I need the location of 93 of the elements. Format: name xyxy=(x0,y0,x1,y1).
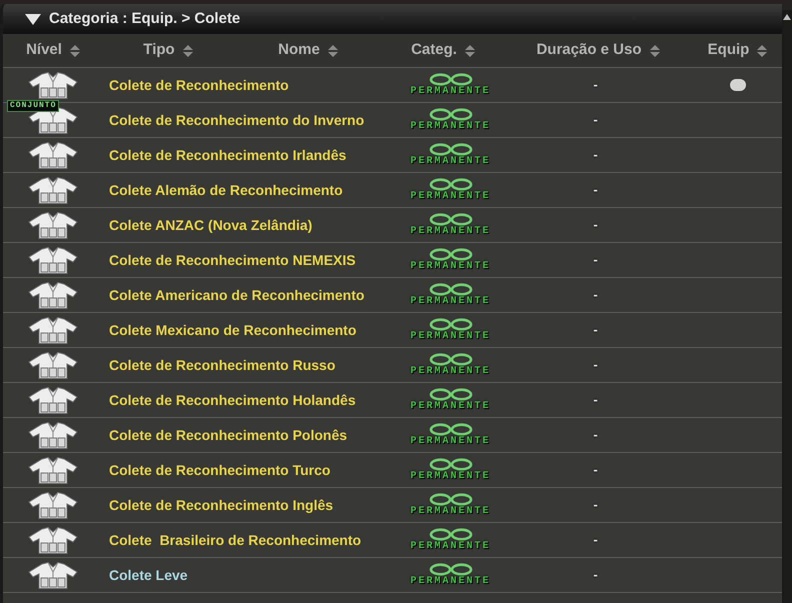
duration-value: - xyxy=(593,321,598,340)
duration-value: - xyxy=(593,216,598,234)
vest-icon xyxy=(27,282,79,308)
sort-icon xyxy=(70,44,80,56)
item-name: Colete de Reconhecimento do Inverno xyxy=(109,110,364,130)
infinity-icon xyxy=(428,388,472,401)
infinity-icon xyxy=(428,178,472,191)
collapse-caret-icon[interactable] xyxy=(25,14,41,24)
category-label: PERMANENTE xyxy=(410,576,490,587)
category-label: PERMANENTE xyxy=(410,401,490,412)
panel-title: Categoria : Equip. > Colete xyxy=(49,8,240,29)
title-bar[interactable]: Categoria : Equip. > Colete xyxy=(0,4,782,34)
infinity-icon xyxy=(428,528,472,541)
vest-icon xyxy=(27,352,79,378)
infinity-icon xyxy=(428,143,472,156)
category-label: PERMANENTE xyxy=(410,331,490,342)
duration-value: - xyxy=(593,496,598,514)
duration-value: - xyxy=(593,76,598,94)
infinity-icon xyxy=(428,318,472,331)
infinity-icon xyxy=(428,563,472,576)
item-name: Colete Leve xyxy=(109,566,188,584)
duration-value: - xyxy=(593,286,598,304)
category-label: PERMANENTE xyxy=(410,121,490,132)
category-label: PERMANENTE xyxy=(410,366,490,377)
duration-value: - xyxy=(593,251,598,270)
duration-value: - xyxy=(593,461,598,480)
vest-icon xyxy=(27,492,79,518)
item-name: Colete de Reconhecimento Inglês xyxy=(109,496,334,515)
duration-value: - xyxy=(593,111,598,130)
infinity-icon xyxy=(428,283,472,296)
vest-icon xyxy=(27,562,79,588)
duration-value: - xyxy=(593,426,598,444)
column-header[interactable]: Tipo xyxy=(103,34,233,67)
category-label: PERMANENTE xyxy=(410,156,490,167)
category-label: PERMANENTE xyxy=(410,261,490,272)
column-header[interactable]: Duração e Uso xyxy=(503,34,693,67)
item-name: Colete Mexicano de Reconhecimento xyxy=(109,320,356,340)
vest-icon xyxy=(27,386,79,414)
item-name: Colete de Reconhecimento Russo xyxy=(109,356,336,374)
category-label: PERMANENTE xyxy=(410,296,490,307)
item-name: Colete de Reconhecimento Polonês xyxy=(109,426,348,444)
vest-icon xyxy=(27,246,79,274)
vest-icon xyxy=(27,212,79,238)
category-label: PERMANENTE xyxy=(410,191,490,202)
duration-value: - xyxy=(593,146,598,164)
sort-icon xyxy=(182,44,193,56)
category-label: PERMANENTE xyxy=(410,436,490,447)
item-name: Colete Brasileiro de Reconhecimento xyxy=(109,530,362,550)
category-label: PERMANENTE xyxy=(410,471,490,482)
duration-value: - xyxy=(593,356,598,374)
infinity-icon xyxy=(428,73,472,86)
item-name: Colete de Reconhecimento Turco xyxy=(109,460,330,480)
item-name: Colete ANZAC (Nova Zelândia) xyxy=(109,216,312,235)
scrollbar[interactable] xyxy=(782,10,792,603)
sort-icon xyxy=(464,44,475,56)
infinity-icon xyxy=(428,493,472,506)
column-header[interactable]: Nome xyxy=(233,34,383,67)
vest-icon xyxy=(27,316,79,344)
column-header[interactable]: Equip xyxy=(693,34,782,67)
item-name: Colete de Reconhecimento Irlandês xyxy=(109,146,346,164)
sort-icon xyxy=(328,44,338,56)
category-label: PERMANENTE xyxy=(410,506,490,517)
duration-value: - xyxy=(593,181,598,200)
category-label: PERMANENTE xyxy=(410,541,490,552)
vest-icon xyxy=(27,176,79,204)
set-badge: CONJUNTO xyxy=(7,100,60,112)
sort-icon xyxy=(650,44,660,56)
infinity-icon xyxy=(428,213,472,226)
column-header[interactable]: Categ. xyxy=(383,34,503,67)
vest-icon xyxy=(27,422,79,448)
item-name: Colete de Reconhecimento Holandês xyxy=(109,390,356,410)
vest-icon xyxy=(27,456,79,484)
vest-icon xyxy=(27,72,79,98)
category-label: PERMANENTE xyxy=(410,226,490,237)
vest-icon xyxy=(27,526,79,554)
duration-value: - xyxy=(593,566,598,584)
duration-value: - xyxy=(593,531,598,550)
vest-icon xyxy=(27,142,79,168)
infinity-icon xyxy=(428,423,472,436)
item-row[interactable]: CONJUNTO Colete de Reconhecimento do Inverno PERMANENTE - xyxy=(3,103,782,138)
item-name: Colete Alemão de Reconhecimento xyxy=(109,180,343,200)
item-name: Colete de Reconhecimento NEMEXIS xyxy=(109,250,356,270)
infinity-icon xyxy=(428,108,472,121)
sort-icon xyxy=(757,44,768,56)
category-label: PERMANENTE xyxy=(410,86,490,97)
item-name: Colete Americano de Reconhecimento xyxy=(109,286,364,304)
scroll-up-arrow-icon[interactable] xyxy=(783,14,791,20)
infinity-icon xyxy=(428,458,472,471)
column-header[interactable]: Nível xyxy=(3,34,103,67)
infinity-icon xyxy=(428,353,472,366)
item-name: Colete de Reconhecimento xyxy=(109,76,289,94)
infinity-icon xyxy=(428,248,472,261)
duration-value: - xyxy=(593,391,598,410)
